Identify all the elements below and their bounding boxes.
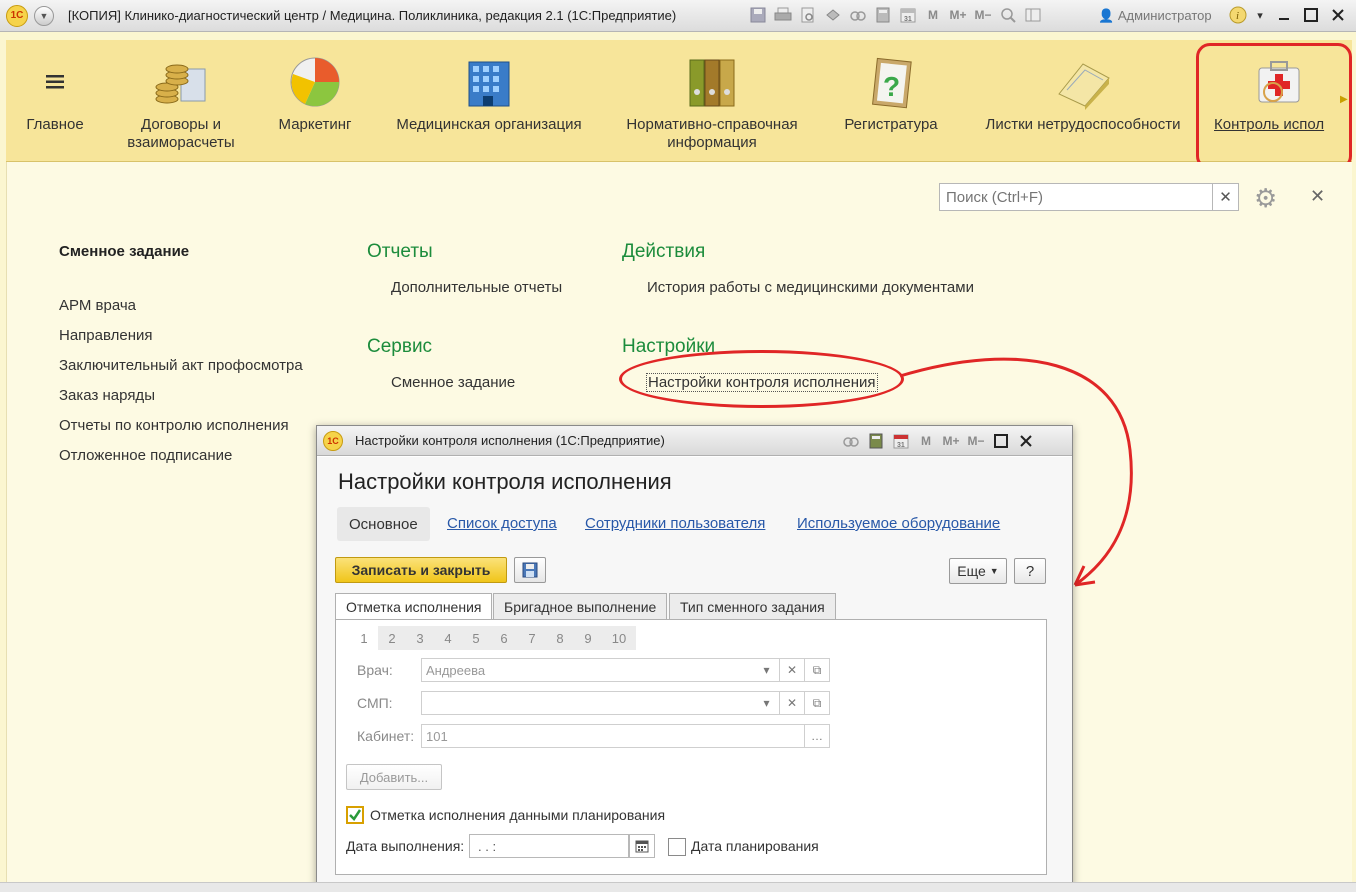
memory-plus-icon[interactable]: M+ bbox=[941, 430, 961, 452]
plan-mark-label: Отметка исполнения данными планирования bbox=[370, 807, 666, 823]
calendar-icon[interactable]: 31 bbox=[891, 430, 911, 452]
number-tabs: 1 2 3 4 5 6 7 8 9 10 bbox=[350, 626, 636, 650]
plan-mark-checkbox[interactable] bbox=[346, 806, 364, 824]
add-button[interactable]: Добавить... bbox=[346, 764, 442, 790]
link-icon[interactable] bbox=[841, 430, 861, 452]
svg-text:31: 31 bbox=[897, 442, 905, 449]
exec-date-field[interactable]: . . : bbox=[469, 834, 629, 858]
doctor-dropdown-icon[interactable]: ▾ bbox=[754, 658, 780, 682]
panel-tab-execution-mark[interactable]: Отметка исполнения bbox=[335, 593, 493, 620]
doctor-open-icon[interactable]: ⧉ bbox=[804, 658, 830, 682]
doctor-label: Врач: bbox=[357, 662, 393, 678]
plan-date-checkbox[interactable] bbox=[668, 838, 686, 856]
help-button[interactable]: ? bbox=[1014, 558, 1046, 584]
number-tab-1[interactable]: 1 bbox=[350, 626, 378, 650]
smp-open-icon[interactable]: ⧉ bbox=[804, 691, 830, 715]
calendar-picker-icon[interactable] bbox=[629, 834, 655, 858]
number-tab-5[interactable]: 5 bbox=[462, 626, 490, 650]
save-and-close-button[interactable]: Записать и закрыть bbox=[335, 557, 507, 583]
tab-equipment[interactable]: Используемое оборудование bbox=[797, 515, 1000, 532]
panel-tab-team-execution[interactable]: Бригадное выполнение bbox=[493, 593, 668, 619]
form-title: Настройки контроля исполнения bbox=[338, 469, 672, 494]
panel-tab-shift-type[interactable]: Тип сменного задания bbox=[669, 593, 836, 619]
calculator-icon[interactable] bbox=[866, 430, 886, 452]
checkmark-icon bbox=[349, 809, 362, 821]
tab-access-list[interactable]: Список доступа bbox=[447, 515, 557, 532]
plan-date-label: Дата планирования bbox=[691, 838, 819, 854]
dialog-window-title: Настройки контроля исполнения (1С:Предпр… bbox=[355, 433, 665, 448]
chevron-down-icon: ▼ bbox=[989, 566, 999, 576]
tab-user-employees[interactable]: Сотрудники пользователя bbox=[585, 515, 765, 532]
tab-main[interactable]: Основное bbox=[337, 507, 430, 541]
dialog-titlebar: 1С Настройки контроля исполнения (1С:Пре… bbox=[317, 426, 1072, 456]
memory-minus-icon[interactable]: M− bbox=[966, 430, 986, 452]
doctor-clear-icon[interactable]: ✕ bbox=[779, 658, 805, 682]
close-icon[interactable] bbox=[1016, 430, 1036, 452]
number-tab-6[interactable]: 6 bbox=[490, 626, 518, 650]
settings-dialog: 1С Настройки контроля исполнения (1С:Пре… bbox=[316, 425, 1073, 892]
cabinet-field[interactable]: 101 bbox=[421, 724, 805, 748]
doctor-field[interactable]: Андреева bbox=[421, 658, 755, 682]
save-button[interactable] bbox=[514, 557, 546, 583]
number-tab-2[interactable]: 2 bbox=[378, 626, 406, 650]
number-tab-7[interactable]: 7 bbox=[518, 626, 546, 650]
maximize-icon[interactable] bbox=[991, 430, 1011, 452]
dialog-logo-icon: 1С bbox=[323, 430, 343, 451]
more-label: Еще bbox=[957, 563, 986, 579]
memory-m-icon[interactable]: M bbox=[916, 430, 936, 452]
more-button[interactable]: Еще ▼ bbox=[949, 558, 1007, 584]
number-tab-9[interactable]: 9 bbox=[574, 626, 602, 650]
cabinet-select-icon[interactable]: … bbox=[804, 724, 830, 748]
smp-label: СМП: bbox=[357, 695, 393, 711]
number-tab-10[interactable]: 10 bbox=[602, 626, 636, 650]
smp-dropdown-icon[interactable]: ▾ bbox=[754, 691, 780, 715]
floppy-icon bbox=[522, 562, 538, 578]
number-tab-4[interactable]: 4 bbox=[434, 626, 462, 650]
number-tab-8[interactable]: 8 bbox=[546, 626, 574, 650]
exec-date-label: Дата выполнения: bbox=[346, 838, 465, 854]
dialog-toolbar-icons: 31 M M+ M− bbox=[841, 430, 1036, 452]
execution-mark-panel: 1 2 3 4 5 6 7 8 9 10 Врач: Андреева ▾ ✕ … bbox=[335, 619, 1047, 875]
cabinet-label: Кабинет: bbox=[357, 728, 415, 744]
dialog-body: Настройки контроля исполнения Основное С… bbox=[317, 457, 1072, 892]
smp-clear-icon[interactable]: ✕ bbox=[779, 691, 805, 715]
number-tab-3[interactable]: 3 bbox=[406, 626, 434, 650]
status-bar bbox=[0, 882, 1356, 892]
smp-field[interactable] bbox=[421, 691, 755, 715]
